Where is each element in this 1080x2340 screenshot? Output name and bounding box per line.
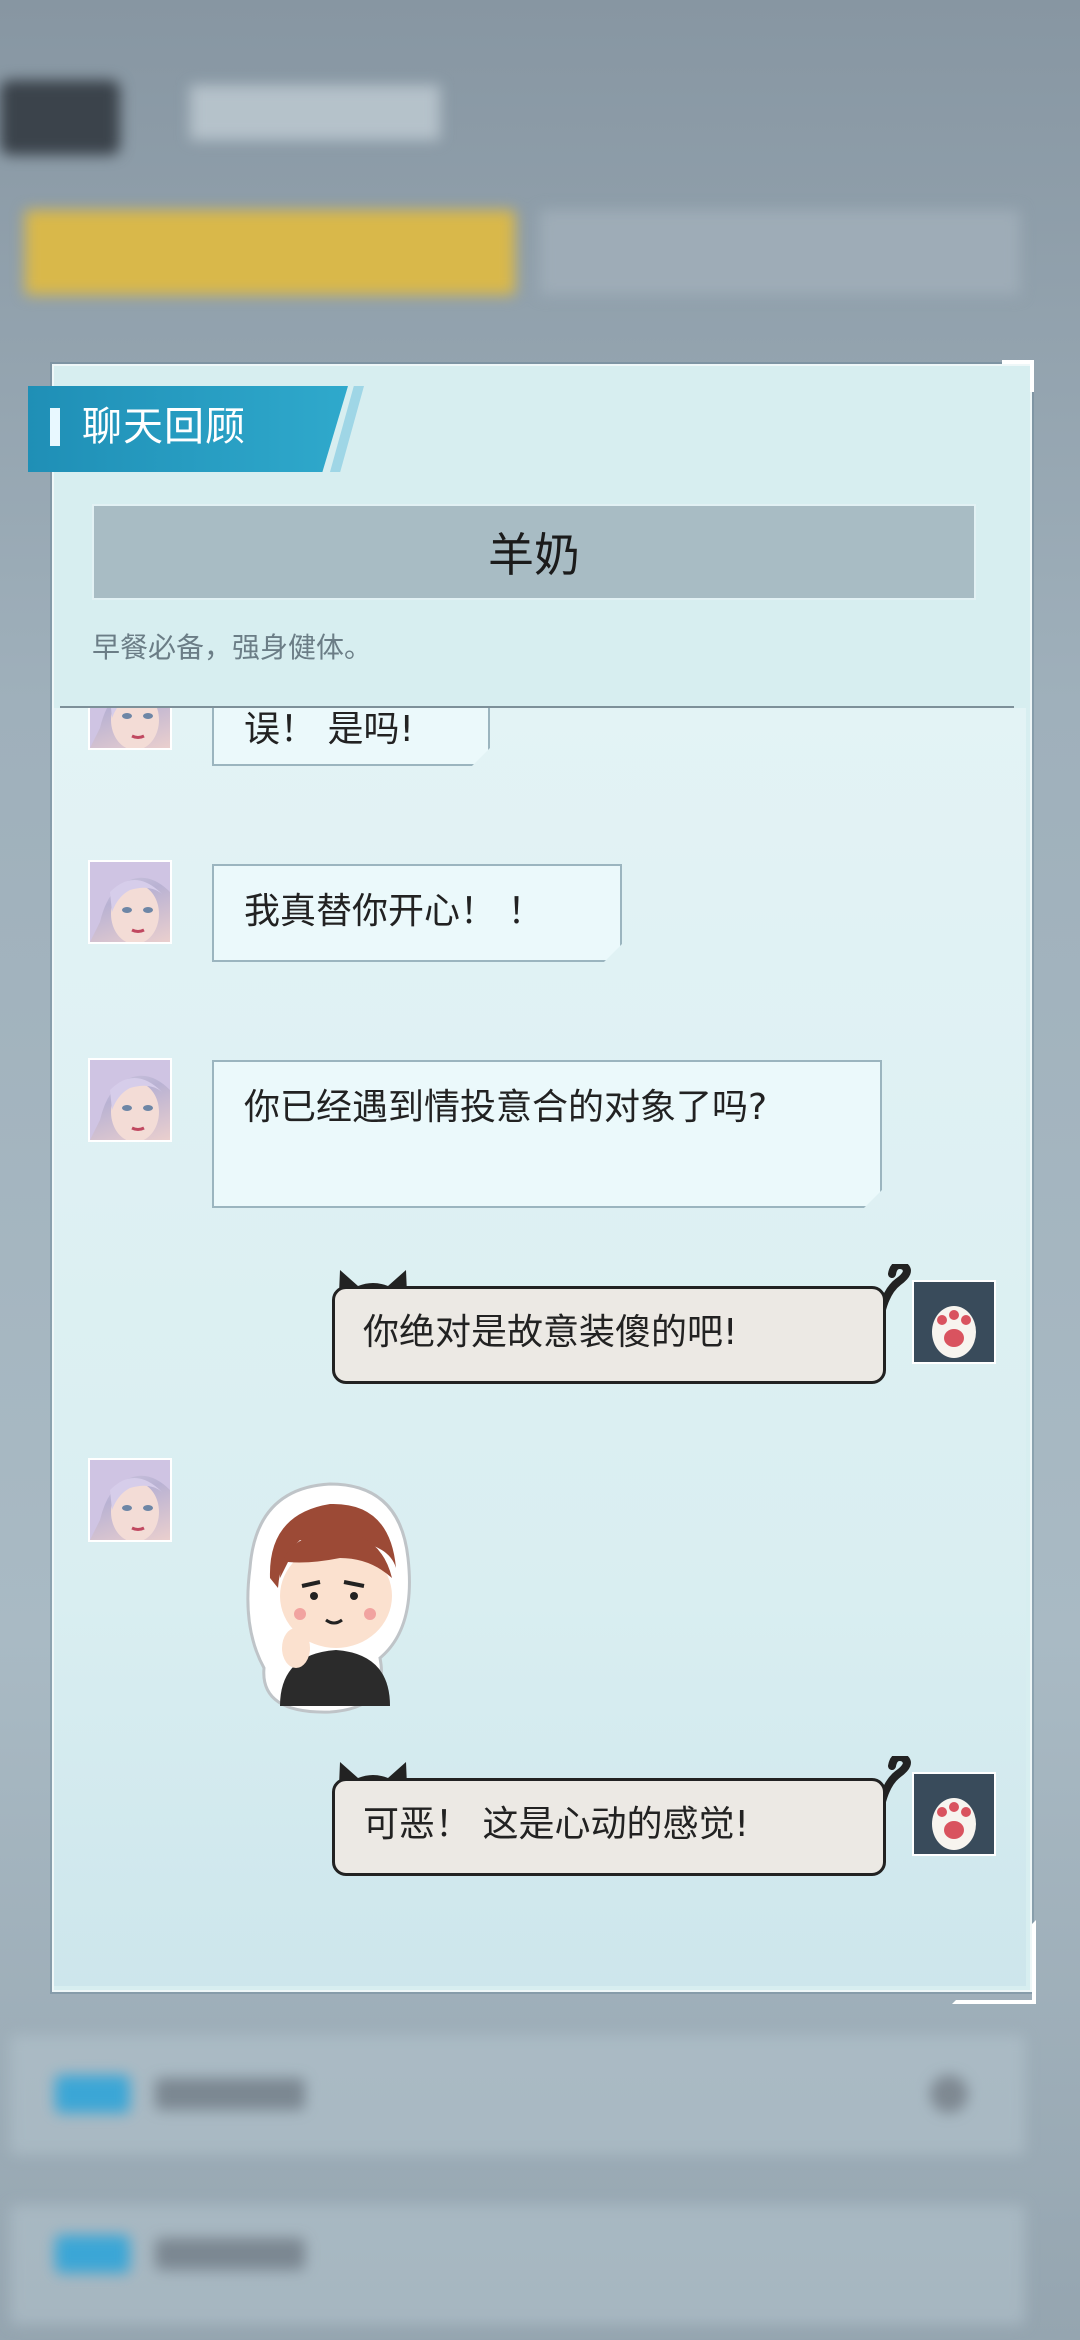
dialog-header-marker bbox=[50, 408, 60, 446]
background-back-button bbox=[0, 80, 120, 155]
background-tab-inactive bbox=[540, 210, 1020, 295]
item-description: 早餐必备，强身健体。 bbox=[92, 631, 373, 664]
message-bubble-left: 我真替你开心！ ！ bbox=[212, 864, 622, 962]
message-bubble-right: 可恶！ 这是心动的感觉! bbox=[332, 1778, 886, 1876]
message-text: 误！ 是吗! bbox=[244, 709, 414, 750]
dialog-corner-decoration bbox=[1002, 360, 1034, 392]
girl-avatar-icon bbox=[88, 1458, 172, 1542]
background-row-text bbox=[155, 2238, 305, 2270]
message-bubble-left: 误！ 是吗! bbox=[212, 708, 490, 766]
background-row-chip bbox=[55, 2075, 130, 2113]
cat-paw-icon bbox=[912, 1772, 996, 1856]
chat-history-scroll-area[interactable]: 误！ 是吗! 我真替你开心！ ！ 你已经遇到情投意合的对象了吗? 你绝对是故意装… bbox=[54, 708, 1026, 1986]
background-row-icon bbox=[930, 2075, 968, 2113]
message-text: 可恶！ 这是心动的感觉! bbox=[363, 1804, 749, 1845]
message-bubble-right: 你绝对是故意装傻的吧! bbox=[332, 1286, 886, 1384]
message-text: 你已经遇到情投意合的对象了吗? bbox=[244, 1087, 768, 1128]
girl-avatar-icon bbox=[88, 860, 172, 944]
boy-thinking-sticker bbox=[246, 1482, 411, 1714]
item-name: 羊奶 bbox=[488, 528, 580, 582]
message-text: 你绝对是故意装傻的吧! bbox=[363, 1312, 738, 1353]
message-bubble-left: 你已经遇到情投意合的对象了吗? bbox=[212, 1060, 882, 1208]
cat-paw-icon bbox=[912, 1280, 996, 1364]
girl-avatar-icon bbox=[88, 708, 172, 750]
background-row-text bbox=[155, 2078, 305, 2110]
background-row-chip bbox=[55, 2235, 130, 2273]
dialog-title: 聊天回顾 bbox=[82, 404, 246, 450]
message-text: 我真替你开心！ ！ bbox=[244, 891, 544, 932]
girl-avatar-icon bbox=[88, 1058, 172, 1142]
item-name-box: 羊奶 bbox=[92, 504, 976, 600]
background-tab-active bbox=[25, 210, 515, 295]
background-title bbox=[190, 85, 440, 140]
